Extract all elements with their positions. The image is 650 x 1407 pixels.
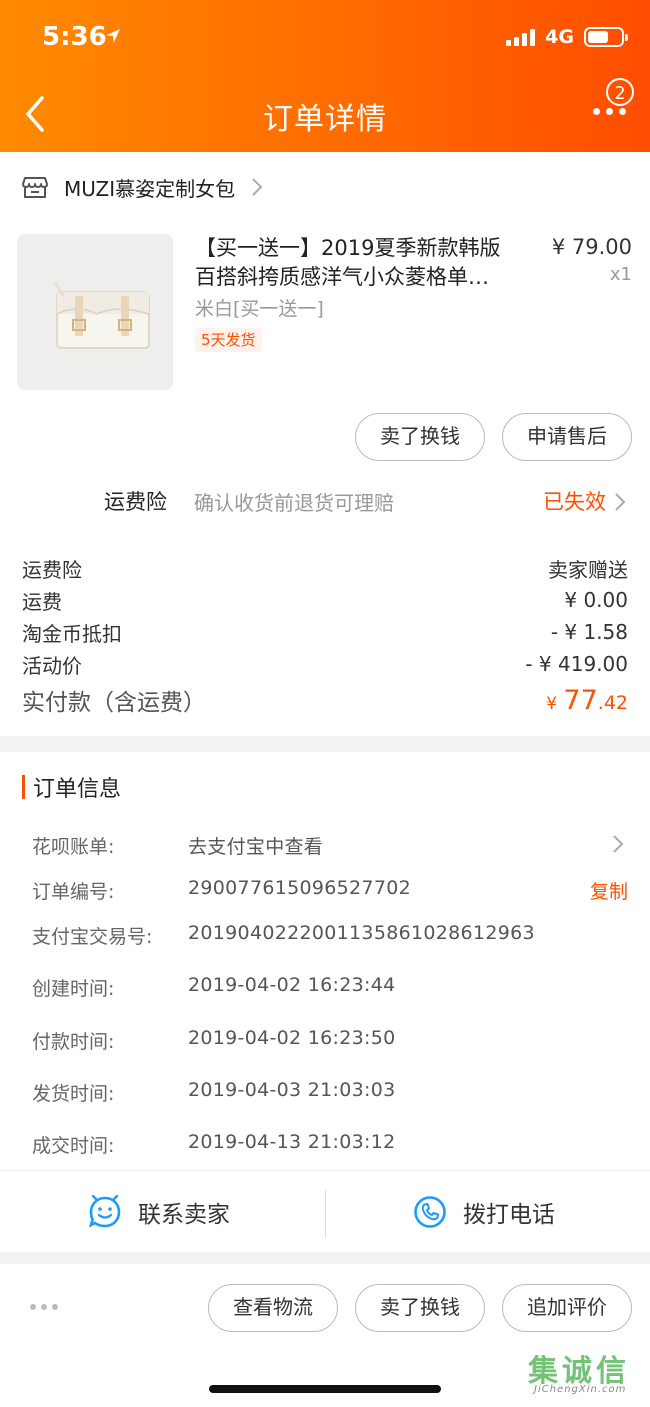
created-time-row: 创建时间: 2019-04-02 16:23:44 (32, 974, 628, 1004)
network-label: 4G (545, 26, 574, 48)
info-label: 发货时间: (32, 1083, 115, 1105)
shop-name: MUZI慕姿定制女包 (64, 176, 236, 201)
paid-time-row: 付款时间: 2019-04-02 16:23:50 (32, 1027, 628, 1057)
info-label: 支付宝交易号: (32, 926, 153, 948)
info-label: 付款时间: (32, 1031, 115, 1053)
fee-value: 卖家赠送 (548, 557, 628, 582)
add-review-button[interactable]: 追加评价 (502, 1284, 632, 1332)
fee-value: - ¥ 1.58 (550, 620, 628, 644)
divider (0, 1170, 650, 1171)
huabei-bill-row[interactable]: 花呗账单: 去支付宝中查看 (32, 832, 628, 862)
product-price: ¥ 79.00 (551, 235, 632, 259)
copy-button[interactable]: 复制 (590, 877, 628, 904)
alipay-trade-row: 支付宝交易号: 2019040222001135861028612963 (32, 922, 628, 952)
chevron-right-icon (613, 835, 624, 853)
header-bar: 5:36 4G 订单详情 2 (0, 0, 650, 152)
deal-time-row: 成交时间: 2019-04-13 21:03:12 (32, 1131, 628, 1161)
fee-value: ¥ 0.00 (564, 588, 628, 612)
sell-for-cash-button[interactable]: 卖了换钱 (355, 413, 485, 461)
product-title[interactable]: 【买一送一】2019夏季新款韩版 百搭斜挎质感洋气小众菱格单… (195, 234, 530, 292)
page-title: 订单详情 (263, 102, 387, 137)
more-options-icon[interactable] (593, 108, 626, 115)
product-quantity: x1 (609, 264, 632, 285)
info-value: 290077615096527702 (188, 877, 411, 899)
insurance-desc: 确认收货前退货可理赔 (194, 491, 394, 515)
more-dots-icon[interactable] (30, 1304, 58, 1310)
fee-label: 淘金币抵扣 (22, 621, 122, 646)
info-value: 去支付宝中查看 (188, 836, 324, 858)
info-value: 2019-04-02 16:23:44 (188, 974, 396, 996)
fee-label: 运费 (22, 589, 62, 614)
info-value: 2019-04-13 21:03:12 (188, 1131, 396, 1153)
order-info-card: 订单信息 花呗账单: 去支付宝中查看 订单编号: 290077615096527… (0, 752, 650, 1252)
product-spec: 米白[买一送一] (195, 298, 324, 320)
status-time: 5:36 (42, 22, 107, 52)
order-info-heading: 订单信息 (22, 772, 121, 802)
chevron-right-icon (252, 178, 263, 196)
phone-icon (414, 1196, 446, 1228)
sell-for-cash-button[interactable]: 卖了换钱 (355, 1284, 485, 1332)
total-row: 实付款（含运费） ¥ 77.42 (22, 682, 628, 718)
info-label: 订单编号: (32, 881, 115, 903)
total-label: 实付款（含运费） (22, 690, 206, 716)
shop-link[interactable]: MUZI慕姿定制女包 (22, 170, 263, 204)
info-label: 花呗账单: (32, 836, 115, 858)
shipped-time-row: 发货时间: 2019-04-03 21:03:03 (32, 1079, 628, 1109)
fee-row: 运费 ¥ 0.00 (22, 584, 628, 616)
insurance-label: 运费险 (104, 490, 167, 514)
contact-seller-button[interactable]: 联系卖家 (88, 1190, 230, 1234)
store-icon (22, 177, 48, 198)
battery-icon (584, 27, 628, 47)
fee-row: 淘金币抵扣 - ¥ 1.58 (22, 616, 628, 648)
product-title-line1: 【买一送一】2019夏季新款韩版 (195, 236, 501, 260)
shipping-insurance-row[interactable]: 运费险 确认收货前退货可理赔 已失效 (0, 482, 650, 522)
product-image[interactable] (17, 234, 173, 390)
order-product-card: MUZI慕姿定制女包 【买一送一】2019夏季新款韩版 百搭斜挎质感洋气小众菱格… (0, 152, 650, 736)
watermark-url: JiChengXin.com (534, 1384, 627, 1395)
handbag-icon (17, 234, 173, 390)
divider (325, 1190, 326, 1238)
chat-bubble-icon (88, 1195, 121, 1228)
total-decimal: .42 (597, 691, 628, 714)
watermark-logo: 集诚信 JiChengXin.com (528, 1346, 640, 1396)
insurance-status: 已失效 (543, 490, 606, 514)
bottom-action-bar: 查看物流 卖了换钱 追加评价 集诚信 JiChengXin.com (0, 1264, 650, 1407)
fee-row: 运费险 卖家赠送 (22, 552, 628, 584)
fee-label: 运费险 (22, 557, 82, 582)
info-value: 2019-04-03 21:03:03 (188, 1079, 396, 1101)
call-phone-label: 拨打电话 (463, 1202, 555, 1228)
view-logistics-button[interactable]: 查看物流 (208, 1284, 338, 1332)
total-currency: ¥ (546, 693, 558, 714)
shipping-tag: 5天发货 (195, 328, 262, 352)
fee-label: 活动价 (22, 653, 82, 678)
info-label: 创建时间: (32, 978, 115, 1000)
info-label: 成交时间: (32, 1135, 115, 1157)
location-arrow-icon (106, 29, 120, 43)
total-amount: ¥ 77.42 (546, 685, 628, 716)
total-integer: 77 (563, 684, 598, 716)
contact-seller-label: 联系卖家 (138, 1202, 230, 1228)
order-info-title: 订单信息 (33, 777, 122, 802)
chevron-right-icon (615, 493, 626, 511)
info-value: 2019040222001135861028612963 (188, 922, 535, 944)
fee-value: - ¥ 419.00 (525, 652, 628, 676)
heading-accent-bar (22, 775, 25, 799)
status-indicators: 4G (506, 26, 628, 48)
info-value: 2019-04-02 16:23:50 (188, 1027, 396, 1049)
order-number-row: 订单编号: 290077615096527702 复制 (32, 877, 628, 907)
message-count-badge: 2 (606, 78, 634, 106)
apply-after-sale-button[interactable]: 申请售后 (502, 413, 632, 461)
signal-icon (506, 28, 536, 46)
call-phone-button[interactable]: 拨打电话 (413, 1190, 555, 1234)
home-indicator (209, 1385, 441, 1393)
fee-row: 活动价 - ¥ 419.00 (22, 648, 628, 680)
product-title-line2: 百搭斜挎质感洋气小众菱格单… (195, 265, 489, 289)
